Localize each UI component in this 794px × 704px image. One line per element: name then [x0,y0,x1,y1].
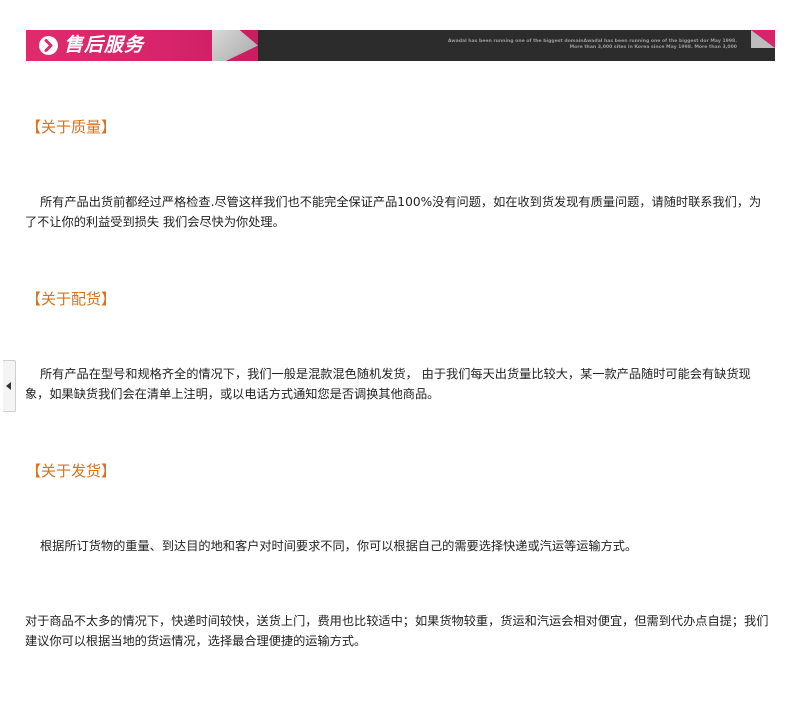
section-heading-quality: 【关于质量】 [26,118,117,136]
banner-corner-decoration [751,30,775,48]
section-heading-shipping: 【关于发货】 [26,462,117,480]
collapse-left-icon [6,382,11,390]
after-sales-banner: 售后服务 Awadal has been running one of the … [26,30,775,61]
section-paragraph-quality: 所有产品出货前都经过严格检查.尽管这样我们也不能完全保证产品100%没有问题，如… [25,195,762,229]
section-paragraph-distribution: 所有产品在型号和规格齐全的情况下，我们一般是混款混色随机发货， 由于我们每天出货… [25,367,751,401]
banner-title: 售后服务 [64,34,145,56]
section-paragraph-shipping: 根据所订货物的重量、到达目的地和客户对时间要求不同，你可以根据自己的需要选择快递… [40,539,638,553]
section-heading-distribution: 【关于配货】 [26,290,117,308]
sidebar-collapse-tab[interactable] [3,360,16,412]
arrow-right-circle-icon [39,36,58,55]
section-paragraph-shipping-methods: 对于商品不太多的情况下，快递时间较快，送货上门，费用也比较适中；如果货物较重，货… [25,614,769,648]
banner-description: Awadal has been running one of the bigge… [447,39,737,50]
